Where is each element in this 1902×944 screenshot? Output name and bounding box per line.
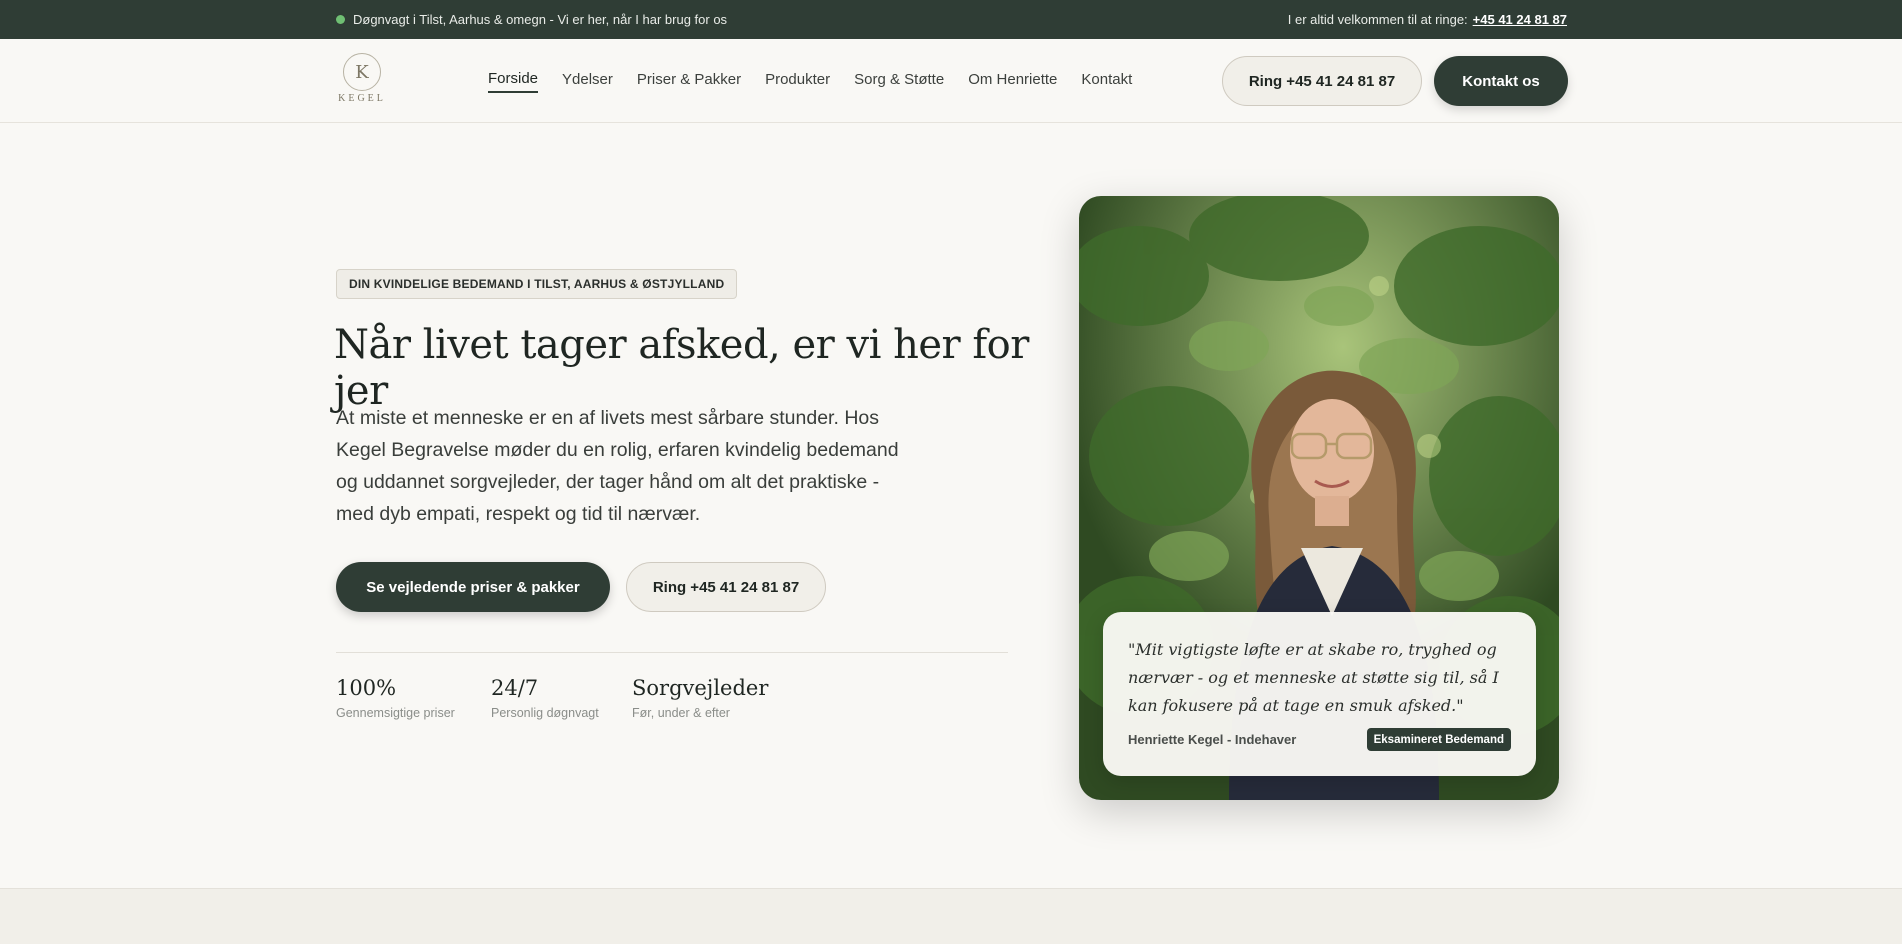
stat-value: Sorgvejleder xyxy=(632,676,769,700)
nav-item-sorg-stotte[interactable]: Sorg & Støtte xyxy=(854,71,944,92)
status-text: Døgnvagt i Tilst, Aarhus & omegn - Vi er… xyxy=(353,12,728,27)
stat-24-7: 24/7 Personlig døgnvagt xyxy=(491,676,599,720)
quote-author: Henriette Kegel - Indehaver xyxy=(1128,732,1297,747)
hero-call-button[interactable]: Ring +45 41 24 81 87 xyxy=(626,562,826,612)
nav-item-priser-pakker[interactable]: Priser & Pakker xyxy=(637,71,741,92)
stat-label: Personlig døgnvagt xyxy=(491,706,599,720)
stat-label: Før, under & efter xyxy=(632,706,730,720)
stat-grief-counselor: Sorgvejleder Før, under & efter xyxy=(632,676,768,720)
stat-value: 24/7 xyxy=(491,676,539,700)
nav-item-om-henriette[interactable]: Om Henriette xyxy=(968,71,1057,92)
header-call-button[interactable]: Ring +45 41 24 81 87 xyxy=(1222,56,1422,106)
online-status-dot-icon xyxy=(336,15,345,24)
prices-packages-button[interactable]: Se vejledende priser & pakker xyxy=(336,562,610,612)
hero-title: Når livet tager afsked, er vi her for je… xyxy=(334,322,1029,414)
site-header: K KEGEL Forside Ydelser Priser & Pakker … xyxy=(0,39,1902,123)
next-section-band xyxy=(0,888,1902,944)
header-contact-button[interactable]: Kontakt os xyxy=(1434,56,1568,106)
stat-value: 100% xyxy=(336,676,397,700)
status-info: Døgnvagt i Tilst, Aarhus & omegn - Vi er… xyxy=(336,0,727,39)
nav-item-produkter[interactable]: Produkter xyxy=(765,71,830,92)
logo-wordmark: KEGEL xyxy=(338,93,386,104)
nav-item-forside[interactable]: Forside xyxy=(488,70,539,93)
nav-item-ydelser[interactable]: Ydelser xyxy=(562,71,613,92)
hero-badge: DIN KVINDELIGE BEDEMAND I TILST, AARHUS … xyxy=(336,269,738,299)
call-prefix: I er altid velkommen til at ringe: xyxy=(1287,12,1468,27)
stat-label: Gennemsigtige priser xyxy=(336,706,455,720)
logo-mark-icon: K xyxy=(343,53,381,91)
stats-divider xyxy=(336,652,1008,653)
quote-card: "Mit vigtigste løfte er at skabe ro, try… xyxy=(1103,612,1536,776)
nav-item-kontakt[interactable]: Kontakt xyxy=(1081,71,1132,92)
main-nav: Forside Ydelser Priser & Pakker Produkte… xyxy=(488,39,1132,123)
logo[interactable]: K KEGEL xyxy=(334,53,390,111)
topbar-phone-link[interactable]: +45 41 24 81 87 xyxy=(1473,12,1567,27)
quote-text: "Mit vigtigste løfte er at skabe ro, try… xyxy=(1128,640,1499,715)
certified-badge: Eksamineret Bedemand xyxy=(1366,728,1511,751)
stat-transparent-prices: 100% Gennemsigtige priser xyxy=(336,676,455,720)
call-info: I er altid velkommen til at ringe: +45 4… xyxy=(1288,0,1567,39)
top-bar: Døgnvagt i Tilst, Aarhus & omegn - Vi er… xyxy=(0,0,1902,39)
hero-lead: At miste et menneske er en af livets mes… xyxy=(336,407,899,525)
